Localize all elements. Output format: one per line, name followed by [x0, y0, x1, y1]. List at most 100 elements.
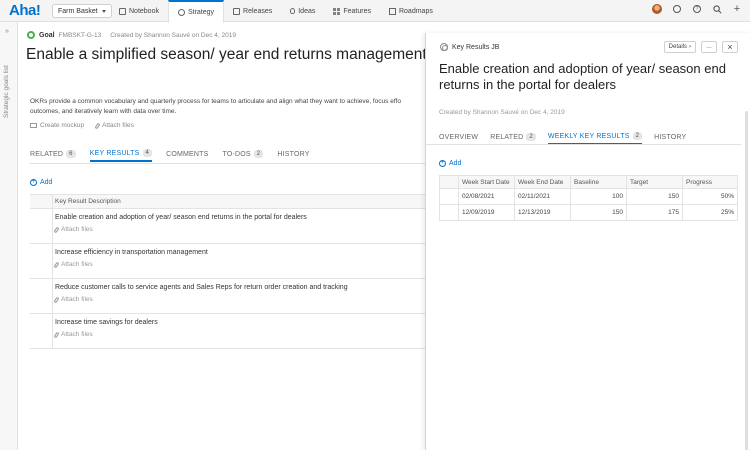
attach-files-label: Attach files — [61, 226, 93, 233]
weekly-key-results-table: Week Start Date Week End Date Baseline T… — [439, 175, 738, 221]
table-row[interactable]: Increase efficiency in transportation ma… — [30, 244, 428, 279]
table-row[interactable]: 12/09/2019 12/13/2019 150 175 25% — [439, 204, 738, 221]
drag-handle[interactable] — [30, 314, 53, 348]
attach-files-link[interactable]: Attach files — [53, 261, 208, 268]
ideas-icon — [290, 8, 296, 14]
attach-files-label: Attach files — [102, 122, 134, 129]
column-header: Key Result Description — [55, 198, 121, 205]
baseline-cell[interactable]: 100 — [570, 188, 627, 205]
drawer-header-label: Key Results JB — [452, 43, 500, 51]
goal-tabs: RELATED 6 KEY RESULTS 4 COMMENTS TO-DOS 2 H… — [30, 146, 428, 162]
table-row[interactable]: Enable creation and adoption of year/ se… — [30, 209, 428, 244]
more-icon: … — [706, 44, 712, 50]
tab-related[interactable]: RELATED 6 — [30, 146, 76, 162]
attach-files-link[interactable]: Attach files — [53, 226, 307, 233]
drag-handle[interactable] — [30, 244, 53, 278]
close-button[interactable]: × — [722, 41, 738, 53]
tab-count-badge: 4 — [142, 149, 153, 157]
more-button[interactable]: … — [701, 41, 717, 53]
add-weekly-result-button[interactable]: + Add — [439, 160, 461, 167]
drawer-header: Key Results JB — [440, 43, 499, 51]
tab-label: KEY RESULTS — [89, 149, 140, 157]
attach-files-label: Attach files — [61, 261, 93, 268]
workspace-name: Farm Basket — [58, 7, 98, 15]
week-start-cell[interactable]: 12/09/2019 — [458, 204, 515, 221]
tab-key-results[interactable]: KEY RESULTS 4 — [89, 146, 153, 162]
nav-tab-ideas[interactable]: Ideas — [281, 0, 324, 22]
goal-ref[interactable]: FMBSKT-G-13 — [59, 32, 102, 39]
tab-related[interactable]: RELATED 2 — [490, 129, 536, 145]
tab-label: TO-DOS — [222, 150, 251, 158]
table-row[interactable]: Increase time savings for dealers Attach… — [30, 314, 428, 349]
settings-icon[interactable] — [672, 4, 682, 14]
table-row[interactable]: Reduce customer calls to service agents … — [30, 279, 428, 314]
nav-tab-label: Strategy — [187, 9, 215, 16]
week-start-cell[interactable]: 02/08/2021 — [458, 188, 515, 205]
nav-tab-features[interactable]: Features — [324, 0, 380, 22]
tab-count-badge: 6 — [66, 150, 76, 158]
column-header: Week End Date — [514, 175, 571, 189]
progress-cell[interactable]: 50% — [682, 188, 738, 205]
workspace-selector[interactable]: Farm Basket — [52, 4, 112, 18]
goal-icon — [27, 31, 35, 39]
drag-handle[interactable] — [439, 204, 459, 221]
drawer-title[interactable]: Enable creation and adoption of year/ se… — [439, 61, 739, 93]
goal-actions: Create mockup Attach files — [30, 122, 134, 129]
tab-label: WEEKLY KEY RESULTS — [547, 132, 630, 140]
tab-weekly-key-results[interactable]: WEEKLY KEY RESULTS 2 — [547, 129, 643, 145]
attach-files-link[interactable]: Attach files — [53, 296, 348, 303]
week-end-cell[interactable]: 02/11/2021 — [514, 188, 571, 205]
add-key-result-button[interactable]: + Add — [30, 179, 52, 186]
nav-tab-notebook[interactable]: Notebook — [110, 0, 168, 22]
expand-icon[interactable]: » — [5, 28, 9, 35]
page-title[interactable]: Enable a simplified season/ year end ret… — [26, 46, 428, 64]
add-icon[interactable]: + — [732, 3, 742, 15]
aha-logo[interactable]: Aha! — [9, 2, 41, 19]
week-end-cell[interactable]: 12/13/2019 — [514, 204, 571, 221]
progress-cell[interactable]: 25% — [682, 204, 738, 221]
drag-handle[interactable] — [30, 279, 53, 313]
sidebar-label: Strategic goals list — [3, 65, 10, 118]
table-row[interactable]: 02/08/2021 02/11/2021 100 150 50% — [439, 188, 738, 205]
drag-handle[interactable] — [439, 188, 459, 205]
tab-history[interactable]: HISTORY — [654, 129, 686, 145]
key-result-drawer: Key Results JB Details › … × Enable creat… — [425, 33, 750, 450]
tab-history[interactable]: HISTORY — [277, 146, 309, 162]
avatar[interactable] — [652, 4, 662, 14]
tab-todos[interactable]: TO-DOS 2 — [223, 146, 264, 162]
goal-description[interactable]: OKRs provide a common vocabulary and qua… — [30, 97, 428, 117]
key-result-text[interactable]: Reduce customer calls to service agents … — [55, 284, 348, 291]
tab-label: HISTORY — [654, 133, 687, 141]
drawer-tabs-divider — [426, 144, 741, 145]
attach-files-link[interactable]: Attach files — [53, 331, 158, 338]
help-icon[interactable]: ? — [692, 4, 702, 14]
nav-tab-roadmaps[interactable]: Roadmaps — [380, 0, 442, 22]
target-cell[interactable]: 175 — [626, 204, 683, 221]
target-cell[interactable]: 150 — [626, 188, 683, 205]
plus-icon: + — [30, 179, 37, 186]
attach-files-link[interactable]: Attach files — [94, 122, 134, 129]
tab-overview[interactable]: OVERVIEW — [439, 129, 478, 145]
paperclip-icon — [53, 226, 60, 233]
tab-label: RELATED — [30, 150, 64, 158]
nav-tabs: Notebook Strategy Releases Ideas Feature… — [110, 0, 442, 23]
key-result-text[interactable]: Enable creation and adoption of year/ se… — [55, 214, 307, 221]
drag-handle[interactable] — [30, 209, 53, 243]
key-result-text[interactable]: Increase efficiency in transportation ma… — [55, 249, 208, 256]
details-button[interactable]: Details › — [663, 41, 696, 53]
baseline-cell[interactable]: 150 — [570, 204, 627, 221]
drawer-scrollbar[interactable] — [745, 111, 748, 450]
nav-tab-strategy[interactable]: Strategy — [167, 0, 225, 23]
nav-tab-releases[interactable]: Releases — [224, 0, 281, 22]
goal-detail: Goal FMBSKT-G-13 Created by Shannon Sauv… — [18, 22, 428, 450]
add-label: Add — [40, 179, 53, 186]
tab-comments[interactable]: COMMENTS — [166, 146, 208, 162]
nav-tab-label: Ideas — [298, 7, 316, 15]
key-result-text[interactable]: Increase time savings for dealers — [55, 319, 158, 326]
create-mockup-link[interactable]: Create mockup — [30, 122, 84, 129]
features-icon — [333, 7, 341, 15]
close-icon: × — [727, 42, 733, 52]
search-icon[interactable] — [712, 4, 722, 14]
goal-type-label: Goal — [39, 31, 55, 39]
strategic-goals-sidebar[interactable]: » Strategic goals list — [0, 22, 18, 450]
